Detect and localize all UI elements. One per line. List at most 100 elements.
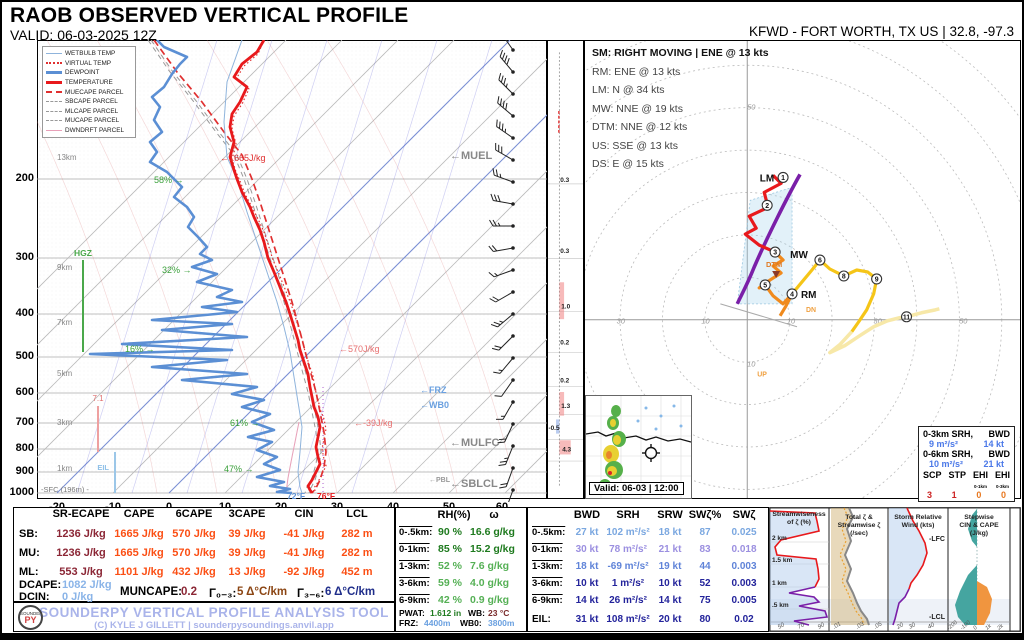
thermo-header: CAPE bbox=[124, 508, 155, 520]
shear-header: SWζ% bbox=[689, 509, 722, 521]
muecape-legend-swatch bbox=[46, 91, 62, 93]
srh03-value: 9 m²/s² bbox=[929, 439, 958, 449]
sounderpy-logo-icon: SOUNDER PY bbox=[18, 605, 43, 630]
svg-text:0.2: 0.2 bbox=[560, 340, 569, 347]
shear-value: 14 kt bbox=[576, 595, 599, 606]
storm-motion-block: SM: RIGHT MOVING | ENE @ 13 kts RM: ENE … bbox=[592, 44, 769, 174]
thermo-header: SR-ECAPE bbox=[53, 508, 110, 520]
footer-title: SOUNDERPY VERTICAL PROFILE ANALYSIS TOOL bbox=[34, 605, 394, 620]
panel4-title: Stepwise bbox=[964, 514, 994, 521]
lm-marker-label: LM bbox=[760, 173, 774, 184]
rh-value: 59 % bbox=[438, 577, 462, 589]
shear-value: -69 m²/s² bbox=[607, 561, 648, 572]
wb-label: WB: bbox=[468, 608, 485, 618]
shear-value: 26 m²/s² bbox=[609, 595, 647, 606]
dcape-label: DCAPE: bbox=[19, 579, 61, 591]
shear-value: 10 kt bbox=[659, 578, 682, 589]
layer-label: 0-.5km: bbox=[532, 527, 565, 538]
shear-value: 108 m²/s² bbox=[606, 614, 649, 625]
svg-text:8: 8 bbox=[842, 273, 846, 280]
srh06-value: 10 m²/s² bbox=[929, 459, 963, 469]
state-boundary-line bbox=[586, 432, 691, 442]
omega-value: 7.6 g/kg bbox=[470, 560, 509, 572]
shear-value: 10 kt bbox=[576, 578, 599, 589]
shear-value: 83 bbox=[699, 544, 710, 555]
legend-label: MUCAPE PARCEL bbox=[65, 117, 119, 124]
shear-value: 18 kt bbox=[659, 527, 682, 538]
row-label: ML: bbox=[19, 566, 39, 578]
svg-text:3km: 3km bbox=[57, 418, 72, 427]
panel1-title2: of ζ (%) bbox=[787, 519, 811, 526]
dewpoint-legend-swatch bbox=[46, 71, 62, 74]
pressure-tick: 400 bbox=[7, 307, 34, 319]
thermo-header: CIN bbox=[295, 508, 314, 520]
pressure-tick: 500 bbox=[7, 350, 34, 362]
muncape-label: MUNCAPE: bbox=[120, 586, 182, 598]
mini-panels: Streamwiseness of ζ (%) 2 km1.5 km 1 km.… bbox=[769, 507, 1021, 632]
rm-marker-label: RM bbox=[801, 290, 816, 301]
layer-label: 3-6km: bbox=[399, 578, 430, 589]
thermo-value: 39 J/kg bbox=[228, 528, 265, 540]
layer-label: 6-9km: bbox=[532, 595, 563, 606]
temperature-legend-swatch bbox=[46, 81, 62, 84]
svg-text:1: 1 bbox=[781, 175, 785, 182]
thermo-value: -92 J/kg bbox=[284, 566, 325, 578]
bwd06-value: 21 kt bbox=[983, 459, 1004, 469]
lapse36-label: Γ₃₋₆: bbox=[297, 586, 324, 600]
thermo-value: 1665 J/kg bbox=[114, 547, 164, 559]
legend-label: WETBULB TEMP bbox=[65, 50, 115, 57]
lm-line: LM: N @ 34 kts bbox=[592, 81, 769, 100]
shear-header: SWζ bbox=[733, 509, 756, 521]
svg-text:1.5 km: 1.5 km bbox=[772, 557, 792, 564]
svg-text:.5 km: .5 km bbox=[772, 602, 789, 609]
thermo-value: 1101 J/kg bbox=[115, 566, 164, 578]
svg-text:30: 30 bbox=[617, 317, 626, 326]
svg-text:2: 2 bbox=[765, 203, 769, 210]
thermo-value: 1236 J/kg bbox=[56, 547, 106, 559]
legend-label: DEWPOINT bbox=[65, 69, 99, 76]
svg-text:4.3: 4.3 bbox=[562, 447, 571, 454]
panel2-title2: Streamwise ζ bbox=[838, 522, 882, 529]
svg-text:50: 50 bbox=[959, 317, 968, 326]
omega-header: ω bbox=[489, 509, 498, 521]
bwd06-label: BWD bbox=[989, 449, 1011, 459]
virtualtemp-legend-swatch bbox=[46, 62, 62, 64]
dwndrft-legend-swatch bbox=[46, 130, 62, 131]
thermo-value: 1236 J/kg bbox=[56, 528, 106, 540]
ehi03-value: 0 bbox=[1001, 490, 1006, 500]
rh-value: 85 % bbox=[438, 543, 462, 555]
panel3-title: Storm Relative bbox=[894, 514, 942, 521]
station-label: KFWD - FORT WORTH, TX US | 32.8, -97.3 bbox=[749, 24, 1014, 39]
lapse03-value: 5 Δ°C/km bbox=[237, 586, 287, 598]
shear-value: 0.003 bbox=[731, 561, 756, 572]
eil-row-label: EIL: bbox=[532, 614, 551, 625]
rm-line: RM: ENE @ 13 kts bbox=[592, 63, 769, 82]
legend-label: SBCAPE PARCEL bbox=[65, 98, 118, 105]
lapse03-label: Γ₀₋₃: bbox=[209, 586, 236, 600]
legend-label: MUECAPE PARCEL bbox=[65, 89, 123, 96]
pwat-label: PWAT: bbox=[399, 608, 425, 618]
frz-label: ←FRZ bbox=[420, 385, 447, 395]
shear-value: 80 bbox=[699, 614, 710, 625]
up-label: UP bbox=[757, 372, 767, 379]
stp-header: STP bbox=[948, 470, 966, 490]
panel1-title: Streamwiseness bbox=[772, 511, 825, 518]
thermo-value: 432 J/kg bbox=[172, 566, 215, 578]
rh-header: RH(%) bbox=[438, 509, 471, 521]
layer-label: 0-1km: bbox=[532, 544, 563, 555]
ehi01-header: EHI0-1km bbox=[973, 470, 988, 490]
pressure-tick: 900 bbox=[7, 465, 34, 477]
svg-text:13km: 13km bbox=[57, 153, 77, 162]
hodo-trace-top bbox=[830, 309, 939, 353]
pressure-tick: 700 bbox=[7, 416, 34, 428]
svg-text:0.3: 0.3 bbox=[560, 177, 569, 184]
radar-valid-label: Valid: 06-03 | 12:00 bbox=[589, 482, 684, 495]
pressure-tick: 1000 bbox=[7, 486, 34, 498]
svg-text:9km: 9km bbox=[57, 263, 72, 272]
svg-text:7km: 7km bbox=[57, 318, 72, 327]
svg-text:1.3: 1.3 bbox=[561, 403, 570, 410]
shear-value: 30 kt bbox=[576, 544, 599, 555]
thermo-value: 282 m bbox=[341, 547, 372, 559]
svg-text:3: 3 bbox=[773, 250, 777, 257]
radar-inset: Valid: 06-03 | 12:00 bbox=[585, 395, 692, 499]
